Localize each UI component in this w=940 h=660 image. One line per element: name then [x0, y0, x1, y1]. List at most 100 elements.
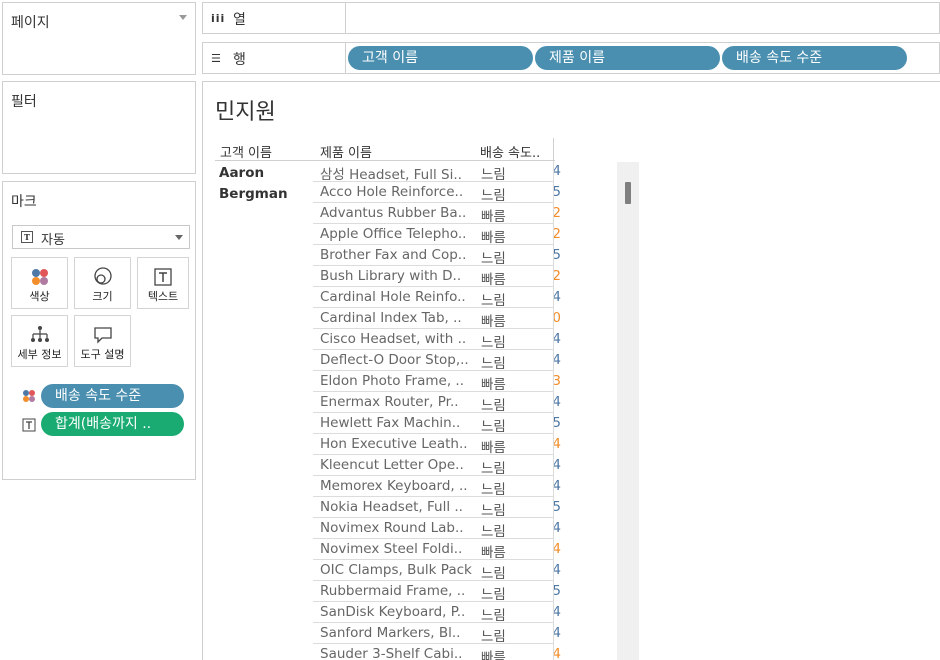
product-name-cell[interactable]: Novimex Round Lab..: [320, 520, 480, 536]
product-name-cell[interactable]: Cisco Headset, with ..: [320, 331, 480, 347]
pages-shelf[interactable]: 페이지: [2, 2, 196, 75]
vertical-scrollbar[interactable]: [617, 162, 639, 660]
table-row[interactable]: Apple Office Telepho.. 빠름 2: [313, 224, 561, 246]
ship-speed-cell[interactable]: 느림: [480, 352, 554, 372]
product-name-cell[interactable]: Bush Library with D..: [320, 268, 480, 284]
ship-speed-cell[interactable]: 빠름: [480, 226, 554, 246]
detail-button[interactable]: 세부 정보: [11, 315, 68, 367]
product-name-cell[interactable]: Hon Executive Leath..: [320, 436, 480, 452]
product-name-cell[interactable]: Brother Fax and Cop..: [320, 247, 480, 263]
ship-speed-cell[interactable]: 느림: [480, 457, 554, 477]
table-row[interactable]: Acco Hole Reinforce.. 느림 5: [313, 182, 561, 204]
table-row[interactable]: Sanford Markers, Bl.. 느림 4: [313, 623, 561, 645]
ship-speed-cell[interactable]: 느림: [480, 625, 554, 645]
ship-speed-cell[interactable]: 느림: [480, 289, 554, 309]
data-rows: 삼성 Headset, Full Si.. 느림 4 Acco Hole Reinfo…: [313, 161, 561, 660]
size-icon: [93, 267, 112, 285]
ship-speed-cell[interactable]: 빠름: [480, 268, 554, 288]
ship-speed-cell[interactable]: 느림: [480, 478, 554, 498]
table-row[interactable]: Bush Library with D.. 빠름 2: [313, 266, 561, 288]
product-name-cell[interactable]: Deflect-O Door Stop,..: [320, 352, 480, 368]
marks-card: 마크 T 자동 색상 크기 텍스트 세부 정보 도구 설명 배송 속도 수준 합…: [2, 181, 196, 480]
ship-speed-cell[interactable]: 빠름: [480, 310, 554, 330]
ship-speed-cell[interactable]: 빠름: [480, 205, 554, 225]
columns-shelf[interactable]: iii 열: [202, 2, 940, 34]
ship-speed-cell[interactable]: 느림: [480, 604, 554, 624]
row-pill-customer-name[interactable]: 고객 이름: [348, 46, 533, 70]
product-name-cell[interactable]: Memorex Keyboard, ..: [320, 478, 480, 494]
scrollbar-thumb[interactable]: [625, 182, 631, 204]
size-button[interactable]: 크기: [74, 257, 131, 309]
table-row[interactable]: Nokia Headset, Full .. 느림 5: [313, 497, 561, 519]
product-name-cell[interactable]: Sauder 3-Shelf Cabi..: [320, 646, 480, 660]
table-row[interactable]: Novimex Steel Foldi.. 빠름 4: [313, 539, 561, 561]
table-row[interactable]: Hon Executive Leath.. 빠름 4: [313, 434, 561, 456]
product-name-cell[interactable]: Acco Hole Reinforce..: [320, 184, 480, 200]
ship-speed-cell[interactable]: 빠름: [480, 373, 554, 393]
table-row[interactable]: Advantus Rubber Ba.. 빠름 2: [313, 203, 561, 225]
ship-speed-cell[interactable]: 느림: [480, 394, 554, 414]
table-row[interactable]: Sauder 3-Shelf Cabi.. 빠름 4: [313, 644, 561, 660]
filters-shelf[interactable]: 필터: [2, 81, 196, 174]
product-name-cell[interactable]: Eldon Photo Frame, ..: [320, 373, 480, 389]
header-speed[interactable]: 배송 속도..: [480, 142, 540, 161]
ship-speed-cell[interactable]: 느림: [480, 184, 554, 204]
mark-type-dropdown[interactable]: T 자동: [12, 225, 190, 249]
product-name-cell[interactable]: Sanford Markers, Bl..: [320, 625, 480, 641]
product-name-cell[interactable]: 삼성 Headset, Full Si..: [320, 163, 480, 183]
ship-speed-cell[interactable]: 느림: [480, 331, 554, 351]
table-row[interactable]: Cisco Headset, with .. 느림 4: [313, 329, 561, 351]
text-button[interactable]: 텍스트: [137, 257, 189, 309]
ship-speed-cell[interactable]: 느림: [480, 247, 554, 267]
pages-dropdown-icon[interactable]: [179, 15, 187, 20]
row-pill-ship-speed[interactable]: 배송 속도 수준: [722, 46, 907, 70]
table-row[interactable]: Cardinal Index Tab, .. 빠름 0: [313, 308, 561, 330]
product-name-cell[interactable]: Kleencut Letter Ope..: [320, 457, 480, 473]
product-name-cell[interactable]: Advantus Rubber Ba..: [320, 205, 480, 221]
header-customer[interactable]: 고객 이름: [220, 142, 272, 161]
ship-speed-cell[interactable]: 느림: [480, 163, 554, 183]
table-row[interactable]: SanDisk Keyboard, P.. 느림 4: [313, 602, 561, 624]
product-name-cell[interactable]: Cardinal Hole Reinfo..: [320, 289, 480, 305]
table-row[interactable]: Novimex Round Lab.. 느림 4: [313, 518, 561, 540]
ship-speed-cell[interactable]: 느림: [480, 499, 554, 519]
product-name-cell[interactable]: Apple Office Telepho..: [320, 226, 480, 242]
ship-speed-cell[interactable]: 느림: [480, 415, 554, 435]
table-row[interactable]: Cardinal Hole Reinfo.. 느림 4: [313, 287, 561, 309]
ship-speed-cell[interactable]: 빠름: [480, 646, 554, 660]
ship-speed-cell[interactable]: 느림: [480, 562, 554, 582]
table-row[interactable]: OIC Clamps, Bulk Pack 느림 4: [313, 560, 561, 582]
color-field-pill[interactable]: 배송 속도 수준: [41, 384, 184, 408]
table-row[interactable]: Eldon Photo Frame, .. 빠름 3: [313, 371, 561, 393]
table-row[interactable]: 삼성 Headset, Full Si.. 느림 4: [313, 161, 561, 183]
product-name-cell[interactable]: Nokia Headset, Full ..: [320, 499, 480, 515]
table-row[interactable]: Enermax Router, Pr.. 느림 4: [313, 392, 561, 414]
ship-speed-cell[interactable]: 느림: [480, 583, 554, 603]
table-row[interactable]: Brother Fax and Cop.. 느림 5: [313, 245, 561, 267]
product-name-cell[interactable]: SanDisk Keyboard, P..: [320, 604, 480, 620]
ship-speed-cell[interactable]: 빠름: [480, 436, 554, 456]
row-pill-product-name[interactable]: 제품 이름: [535, 46, 720, 70]
customer-name-cell[interactable]: Aaron Bergman: [219, 163, 309, 205]
product-name-cell[interactable]: Enermax Router, Pr..: [320, 394, 480, 410]
header-product[interactable]: 제품 이름: [320, 142, 372, 161]
product-name-cell[interactable]: Cardinal Index Tab, ..: [320, 310, 480, 326]
tooltip-button[interactable]: 도구 설명: [74, 315, 131, 367]
text-icon: [154, 268, 172, 286]
view-canvas: 민지원 고객 이름 제품 이름 배송 속도.. Aaron Bergman 삼성…: [202, 81, 940, 660]
product-name-cell[interactable]: Rubbermaid Frame, ..: [320, 583, 480, 599]
product-name-cell[interactable]: Hewlett Fax Machin..: [320, 415, 480, 431]
product-name-cell[interactable]: OIC Clamps, Bulk Pack: [320, 562, 480, 578]
rows-shelf[interactable]: ☰ 행 고객 이름 제품 이름 배송 속도 수준: [202, 42, 940, 74]
ship-speed-cell[interactable]: 느림: [480, 520, 554, 540]
chevron-down-icon[interactable]: [175, 235, 183, 240]
ship-speed-cell[interactable]: 빠름: [480, 541, 554, 561]
table-row[interactable]: Rubbermaid Frame, .. 느림 5: [313, 581, 561, 603]
text-field-pill[interactable]: 합계(배송까지 ..: [41, 412, 184, 436]
table-row[interactable]: Kleencut Letter Ope.. 느림 4: [313, 455, 561, 477]
product-name-cell[interactable]: Novimex Steel Foldi..: [320, 541, 480, 557]
table-row[interactable]: Deflect-O Door Stop,.. 느림 4: [313, 350, 561, 372]
table-row[interactable]: Memorex Keyboard, .. 느림 4: [313, 476, 561, 498]
table-row[interactable]: Hewlett Fax Machin.. 느림 5: [313, 413, 561, 435]
color-button[interactable]: 색상: [11, 257, 68, 309]
